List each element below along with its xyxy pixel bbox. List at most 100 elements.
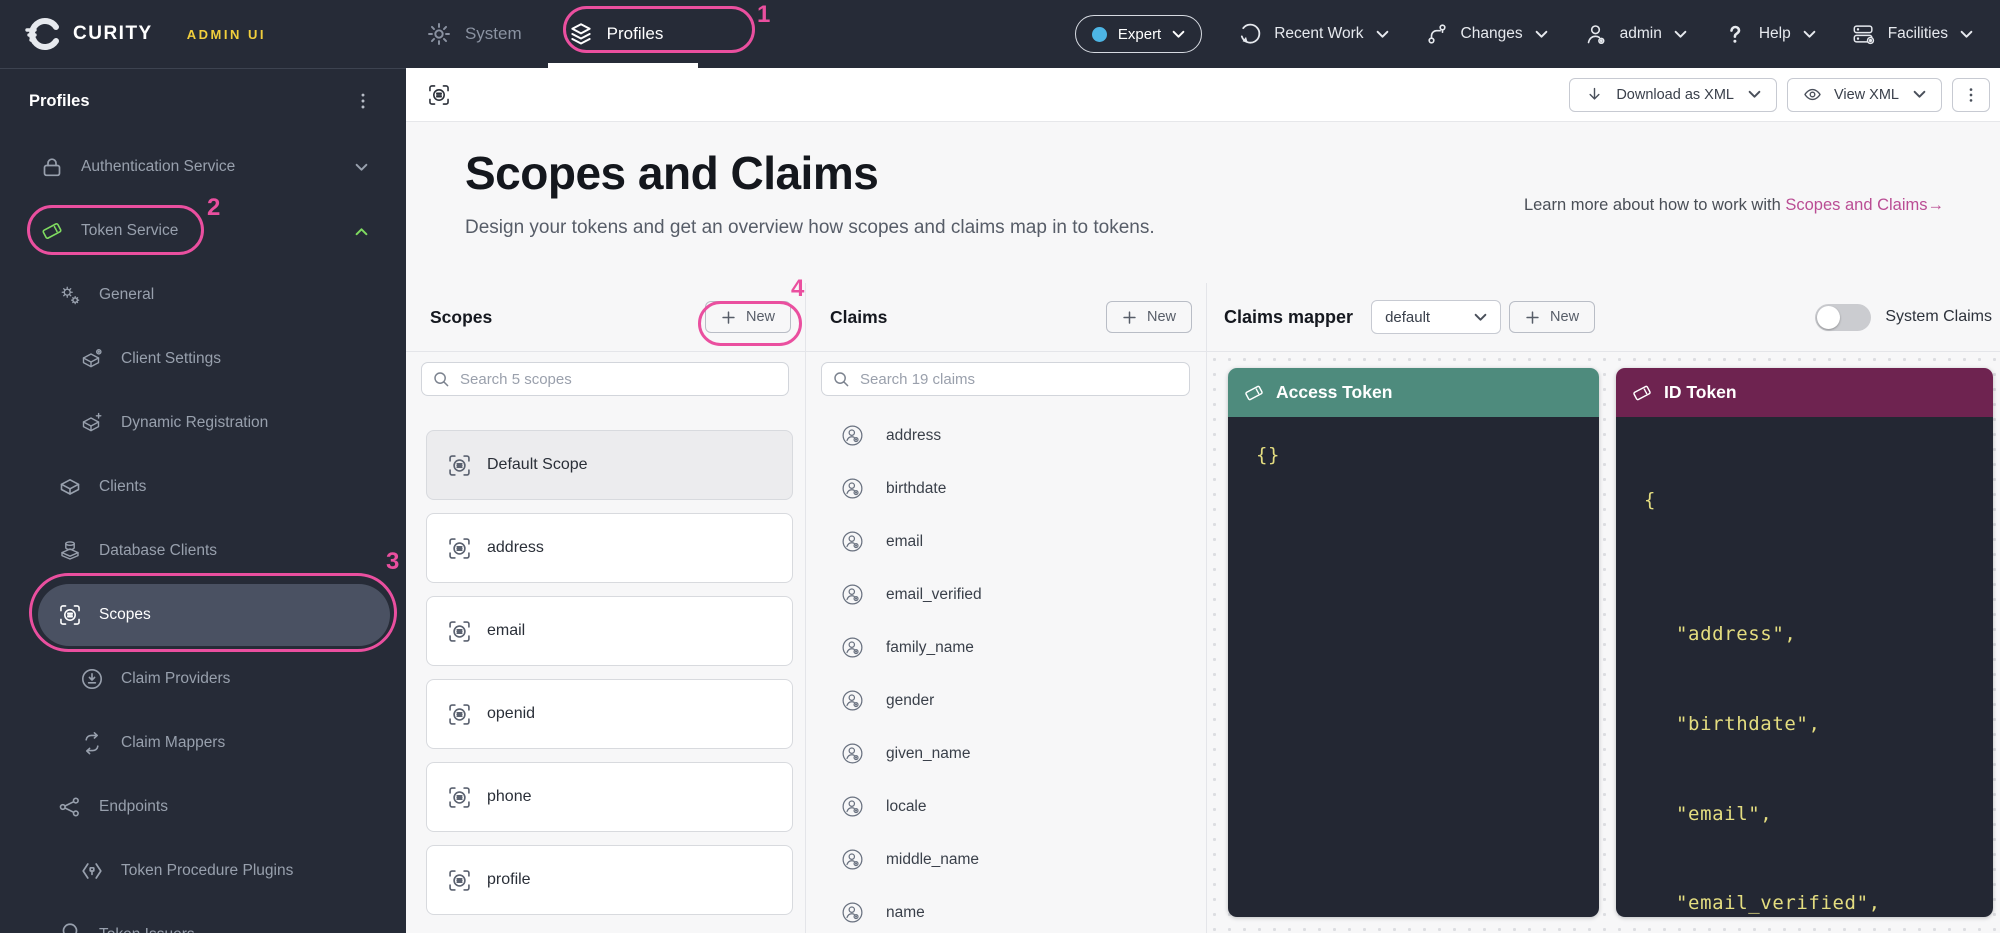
scope-icon	[427, 83, 451, 107]
scope-icon	[447, 702, 472, 727]
scope-card-label: phone	[487, 788, 532, 806]
tab-profiles[interactable]: Profiles	[568, 0, 664, 68]
claim-icon	[841, 901, 864, 924]
branch-icon	[1425, 22, 1449, 46]
token-canvas: Access Token {} ID Token {	[1207, 352, 2000, 933]
sidebar-item-label: Token Issuers	[99, 926, 195, 933]
sidebar-item-token-service[interactable]: Token Service	[0, 199, 406, 263]
sidebar-item-authentication-service[interactable]: Authentication Service	[0, 135, 406, 199]
scope-card-phone[interactable]: phone	[426, 762, 793, 832]
lock-icon	[40, 155, 64, 179]
id-token-claim-line-birthdate: birthdate	[1644, 713, 1985, 735]
scope-icon	[447, 868, 472, 893]
claim-label: address	[886, 427, 941, 445]
nav-menu-changes[interactable]: Changes	[1425, 22, 1548, 46]
toolbar-actions: Download as XML View XML	[1569, 78, 1990, 112]
curity-admin-page: CURITY ADMIN UI System Profiles Expert	[0, 0, 2000, 933]
sidebar-item-endpoints[interactable]: Endpoints	[0, 775, 406, 839]
id-token-claim-line-email: email	[1644, 803, 1985, 825]
claim-item-given-name[interactable]: given_name	[806, 727, 1206, 780]
scope-card-profile[interactable]: profile	[426, 845, 793, 915]
claim-item-name[interactable]: name	[806, 886, 1206, 933]
server-icon	[1852, 22, 1876, 46]
chevron-down-icon	[1172, 30, 1185, 39]
chevron-down-icon	[1913, 90, 1926, 99]
ticket-icon	[1243, 382, 1265, 404]
chevron-down-icon	[1960, 30, 1973, 39]
download-as-xml-button[interactable]: Download as XML	[1569, 78, 1777, 112]
scope-card-label: profile	[487, 871, 531, 889]
sidebar-item-dynamic-registration[interactable]: Dynamic Registration	[0, 391, 406, 455]
new-scope-button[interactable]: New	[705, 301, 791, 333]
claims-heading: Claims	[830, 307, 887, 328]
curity-logo-icon	[25, 16, 61, 52]
mode-selector[interactable]: Expert	[1075, 15, 1202, 53]
chevron-down-icon	[1376, 30, 1389, 39]
nav-menu-recent-work[interactable]: Recent Work	[1238, 22, 1388, 46]
scopes-search-input[interactable]	[458, 370, 778, 389]
claims-mapper-section: Claims mapper default New System Claims	[1206, 283, 2000, 933]
sidebar-title: Profiles	[29, 92, 90, 111]
claims-header: Claims New	[806, 283, 1206, 352]
system-claims-toggle[interactable]	[1815, 304, 1871, 331]
scope-icon	[447, 619, 472, 644]
main-tabs: System Profiles	[426, 0, 663, 68]
box-gear-icon	[80, 347, 104, 371]
endpoints-icon	[58, 795, 82, 819]
scope-card-email[interactable]: email	[426, 596, 793, 666]
sidebar-item-claim-mappers[interactable]: Claim Mappers	[0, 711, 406, 775]
nav-menu-label: admin	[1620, 25, 1662, 43]
claim-item-gender[interactable]: gender	[806, 674, 1206, 727]
scope-card-address[interactable]: address	[426, 513, 793, 583]
claims-search-input[interactable]	[858, 370, 1179, 389]
claim-item-email-verified[interactable]: email_verified	[806, 568, 1206, 621]
claim-icon	[841, 795, 864, 818]
sidebar-item-client-settings[interactable]: Client Settings	[0, 327, 406, 391]
claim-item-family-name[interactable]: family_name	[806, 621, 1206, 674]
sidebar-item-label: Claim Providers	[121, 670, 230, 688]
scope-icon	[58, 603, 82, 627]
sidebar-item-scopes[interactable]: Scopes	[0, 583, 406, 647]
sidebar-item-general[interactable]: General	[0, 263, 406, 327]
claim-item-address[interactable]: address	[806, 409, 1206, 462]
claim-label: family_name	[886, 639, 974, 657]
scopes-search	[421, 362, 789, 396]
sidebar-item-label: Scopes	[99, 606, 151, 624]
new-claim-button[interactable]: New	[1106, 301, 1192, 333]
box-icon	[58, 475, 82, 499]
nav-menu-facilities[interactable]: Facilities	[1852, 22, 1973, 46]
sidebar-item-token-procedure-plugins[interactable]: Token Procedure Plugins	[0, 839, 406, 903]
plugin-icon	[80, 859, 104, 883]
ticket-icon	[1631, 382, 1653, 404]
scope-card-default-scope[interactable]: Default Scope	[426, 430, 793, 500]
sidebar-item-claim-providers[interactable]: Claim Providers	[0, 647, 406, 711]
claim-label: middle_name	[886, 851, 979, 869]
nav-menu-help[interactable]: Help	[1723, 22, 1816, 46]
access-token-header: Access Token	[1228, 368, 1599, 417]
tab-system[interactable]: System	[426, 0, 522, 68]
sidebar-kebab-menu-icon[interactable]	[352, 90, 374, 112]
scopes-claims-doc-link[interactable]: Scopes and Claims→	[1785, 196, 1944, 214]
view-xml-button[interactable]: View XML	[1787, 78, 1942, 112]
sidebar-item-clients[interactable]: Clients	[0, 455, 406, 519]
more-actions-button[interactable]	[1952, 78, 1990, 112]
claim-item-birthdate[interactable]: birthdate	[806, 462, 1206, 515]
claim-item-locale[interactable]: locale	[806, 780, 1206, 833]
new-mapper-button[interactable]: New	[1509, 301, 1595, 333]
claim-item-middle-name[interactable]: middle_name	[806, 833, 1206, 886]
claim-icon	[841, 689, 864, 712]
sidebar-item-token-issuers[interactable]: Token Issuers	[0, 903, 406, 933]
gears-icon	[58, 283, 82, 307]
brand-subtitle: ADMIN UI	[187, 27, 266, 42]
claim-label: name	[886, 904, 925, 922]
sidebar-item-database-clients[interactable]: Database Clients	[0, 519, 406, 583]
access-token-panel: Access Token {}	[1228, 368, 1599, 917]
nav-menu-admin[interactable]: admin	[1584, 22, 1687, 46]
brand[interactable]: CURITY ADMIN UI	[25, 16, 266, 52]
id-token-header: ID Token	[1616, 368, 1993, 417]
claim-item-email[interactable]: email	[806, 515, 1206, 568]
mapper-select[interactable]: default	[1371, 300, 1501, 334]
sidebar-item-label: Dynamic Registration	[121, 414, 268, 432]
system-claims-control: System Claims	[1815, 304, 1992, 331]
scope-card-openid[interactable]: openid	[426, 679, 793, 749]
